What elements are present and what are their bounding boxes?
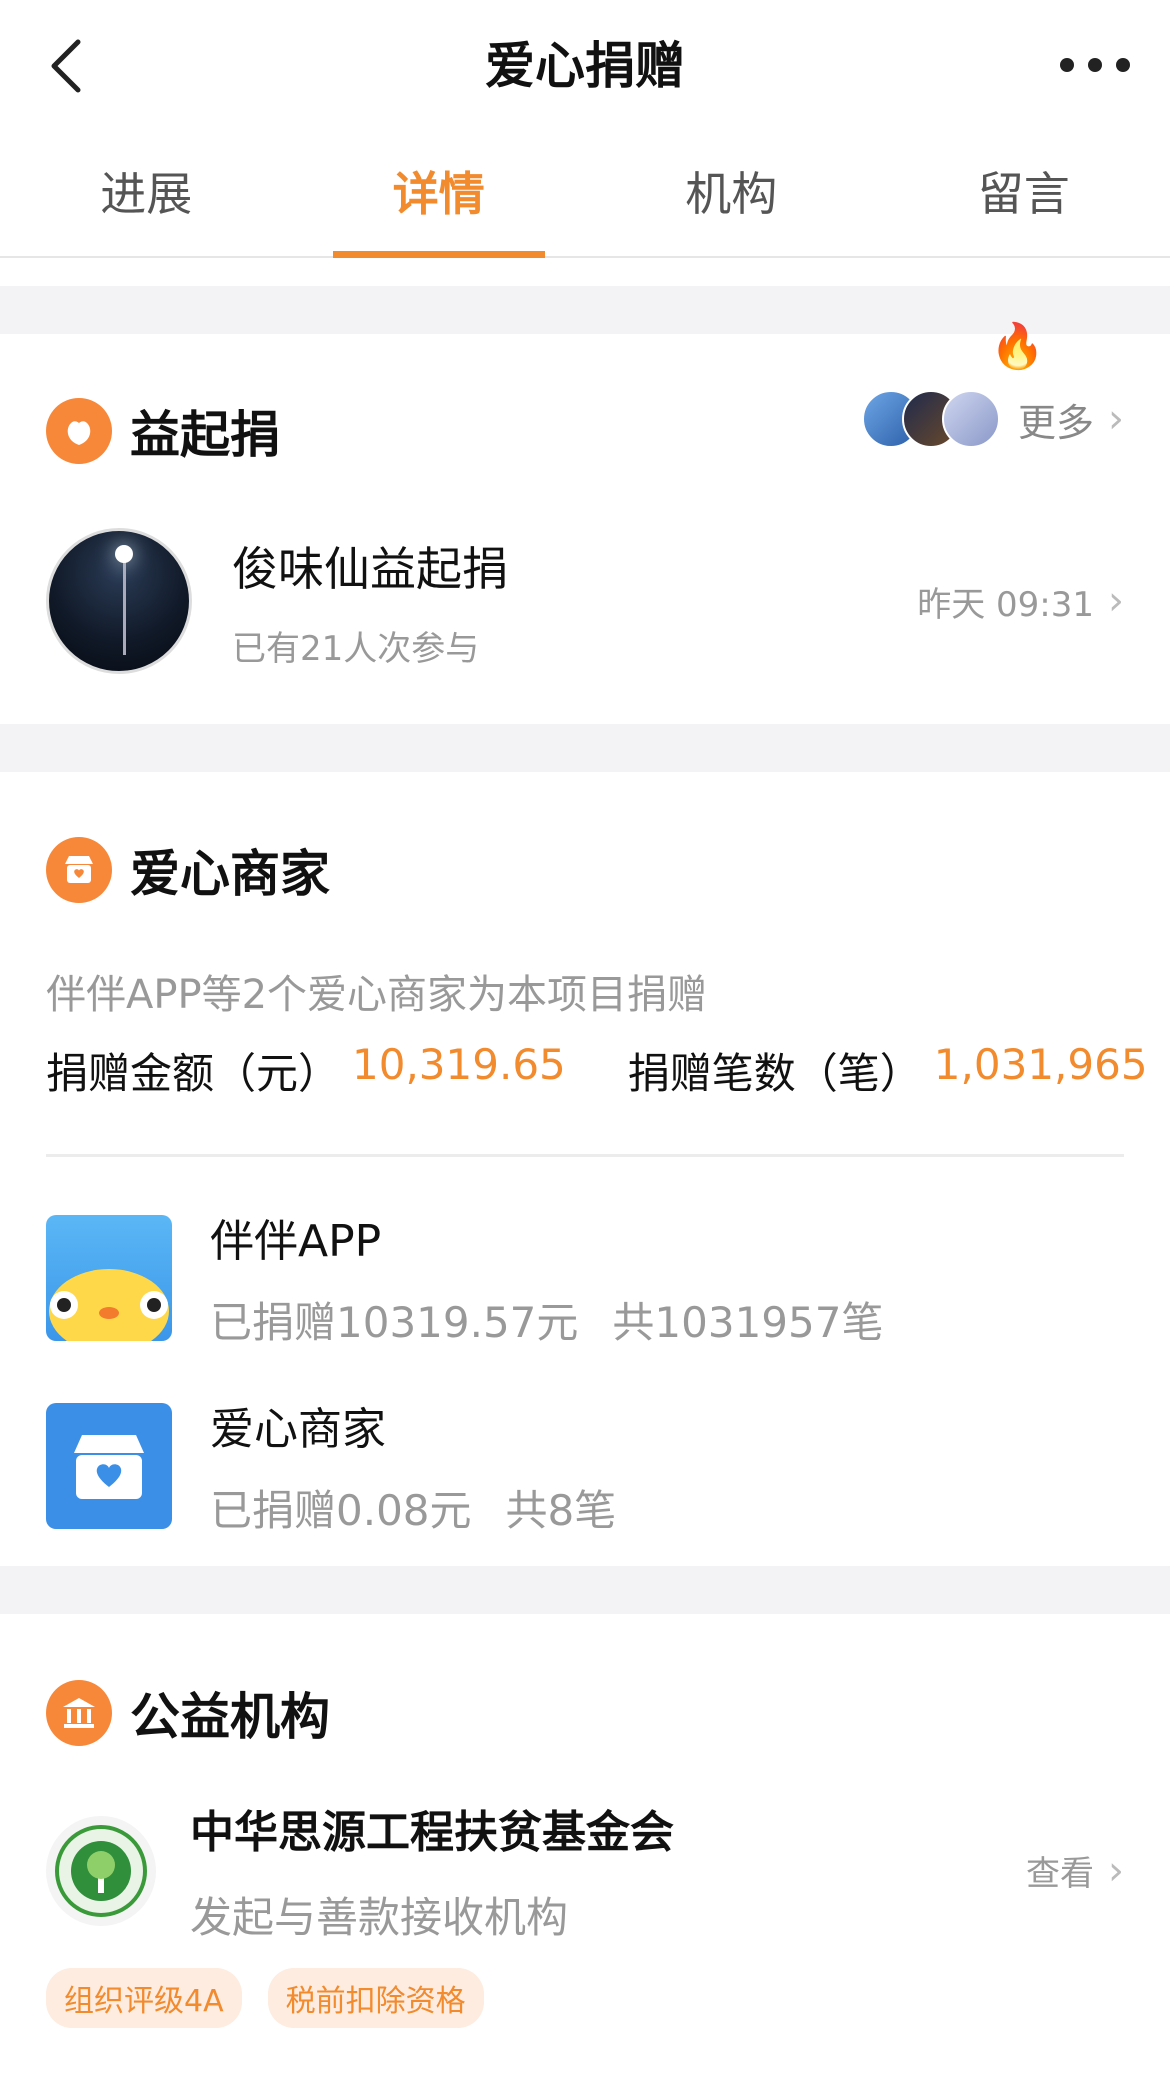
page-title: 爱心捐赠 [485,37,685,95]
merchant-item[interactable]: 伴伴APP 已捐赠10319.57元 共1031957笔 [46,1205,883,1350]
shop-heart-icon [46,837,112,903]
merchant-count: 共8笔 [505,1486,617,1535]
navbar: 爱心捐赠 [0,0,1170,130]
more-options-icon[interactable] [1060,50,1130,80]
chevron-right-icon: › [1108,1847,1124,1894]
section-title: 公益机构 [130,1688,330,1746]
fundraiser-thumbnail [46,528,192,674]
merchant-name: 伴伴APP [210,1216,382,1267]
flame-icon: 🔥 [989,321,1045,372]
count-label: 捐赠笔数（笔） [627,1049,922,1098]
organization-header: 公益机构 [46,1677,330,1749]
merchants-description: 伴伴APP等2个爱心商家为本项目捐赠 [46,972,708,1018]
organization-badges: 组织评级4A 税前扣除资格 [46,1968,510,2028]
organization-logo [46,1815,156,1926]
merchant-name: 爱心商家 [210,1404,386,1455]
view-label: 查看 [1026,1854,1094,1894]
banban-app-icon [46,1214,172,1341]
section-gap [0,1566,1170,1614]
peach-icon [46,398,112,464]
merchant-count: 共1031957笔 [612,1298,884,1347]
chevron-right-icon: › [1108,578,1124,624]
organization-item[interactable]: 中华思源工程扶贫基金会 发起与善款接收机构 查看 › [46,1796,1124,1945]
section-title: 爱心商家 [130,845,330,903]
divider [46,1154,1124,1157]
tab-bar: 进展 详情 机构 留言 [0,130,1170,258]
tab-details[interactable]: 详情 [293,130,586,258]
more-link[interactable]: 🔥 更多 › [861,321,1124,448]
fundraiser-time: 昨天 09:31 [917,584,1094,625]
more-label: 更多 [1017,400,1094,445]
fundraiser-item[interactable]: 俊味仙益起捐 已有21人次参与 昨天 09:31 › [46,526,1124,676]
amount-value: 10,319.65 [352,1040,566,1089]
organization-name: 中华思源工程扶贫基金会 [190,1807,674,1858]
rating-badge: 组织评级4A [46,1968,242,2028]
merchants-header: 爱心商家 [46,834,330,906]
tax-deduction-badge: 税前扣除资格 [267,1968,484,2028]
tab-messages[interactable]: 留言 [878,130,1170,256]
count-value: 1,031,965 [933,1040,1148,1089]
participants-count: 已有21人次参与 [232,628,480,669]
love-merchant-icon [46,1402,172,1529]
merchant-item[interactable]: 爱心商家 已捐赠0.08元 共8笔 [46,1393,616,1538]
section-title: 益起捐 [130,406,280,464]
fundraiser-name: 俊味仙益起捐 [232,541,508,596]
yiqijuan-header: 益起捐 [46,395,280,467]
participant-avatars: 🔥 [861,321,1045,448]
donation-stats: 捐赠金额（元） 10,319.65 捐赠笔数（笔） 1,031,965 [46,1040,1148,1101]
amount-label: 捐赠金额（元） [46,1049,341,1098]
merchant-donated: 已捐赠10319.57元 [210,1298,579,1347]
organization-role: 发起与善款接收机构 [190,1893,569,1942]
tab-organization[interactable]: 机构 [585,130,878,256]
merchant-donated: 已捐赠0.08元 [210,1486,472,1535]
tab-progress[interactable]: 进展 [0,130,293,256]
chevron-right-icon: › [1108,396,1124,442]
section-gap [0,724,1170,772]
bank-icon [46,1680,112,1746]
avatar [941,390,1000,448]
